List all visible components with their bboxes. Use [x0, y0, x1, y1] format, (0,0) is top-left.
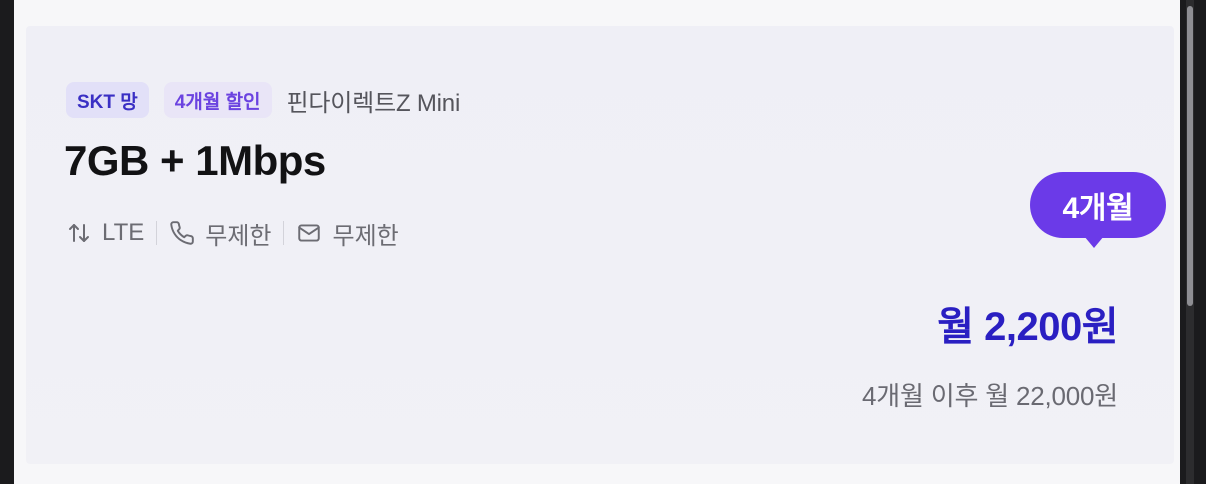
- plan-features: LTE 무제한 무제한: [66, 216, 399, 250]
- plan-title: 7GB + 1Mbps: [64, 137, 326, 184]
- arrows-up-down-icon: [69, 224, 89, 242]
- scrollbar-thumb[interactable]: [1187, 6, 1193, 306]
- promo-period-bubble: 4개월: [1030, 172, 1166, 238]
- feature-data: LTE: [66, 219, 144, 247]
- monthly-price: 월 2,200원: [937, 305, 1118, 349]
- plan-badges: SKT 망 4개월 할인 핀다이렉트Z Mini: [66, 82, 460, 118]
- screen: SKT 망 4개월 할인 핀다이렉트Z Mini 7GB + 1Mbps LTE: [14, 0, 1180, 484]
- device-frame: SKT 망 4개월 할인 핀다이렉트Z Mini 7GB + 1Mbps LTE: [0, 0, 1206, 484]
- feature-call: 무제한: [169, 216, 271, 251]
- phone-icon: [170, 221, 195, 245]
- carrier-name: 핀다이렉트Z Mini: [286, 89, 461, 117]
- feature-divider: [283, 221, 285, 245]
- network-badge: SKT 망: [66, 82, 149, 118]
- feature-sms-label: 무제한: [332, 222, 399, 250]
- feature-data-label: LTE: [102, 219, 145, 246]
- feature-divider: [156, 221, 158, 245]
- promo-bubble-tail: [1084, 236, 1104, 248]
- feature-sms: 무제한: [296, 216, 399, 251]
- envelope-icon: [298, 224, 321, 242]
- feature-call-label: 무제한: [205, 222, 272, 250]
- device-bezel-left: [0, 0, 14, 484]
- after-promo-price: 4개월 이후 월 22,000원: [862, 381, 1118, 411]
- discount-badge: 4개월 할인: [163, 82, 272, 118]
- plan-card[interactable]: SKT 망 4개월 할인 핀다이렉트Z Mini 7GB + 1Mbps LTE: [26, 26, 1174, 464]
